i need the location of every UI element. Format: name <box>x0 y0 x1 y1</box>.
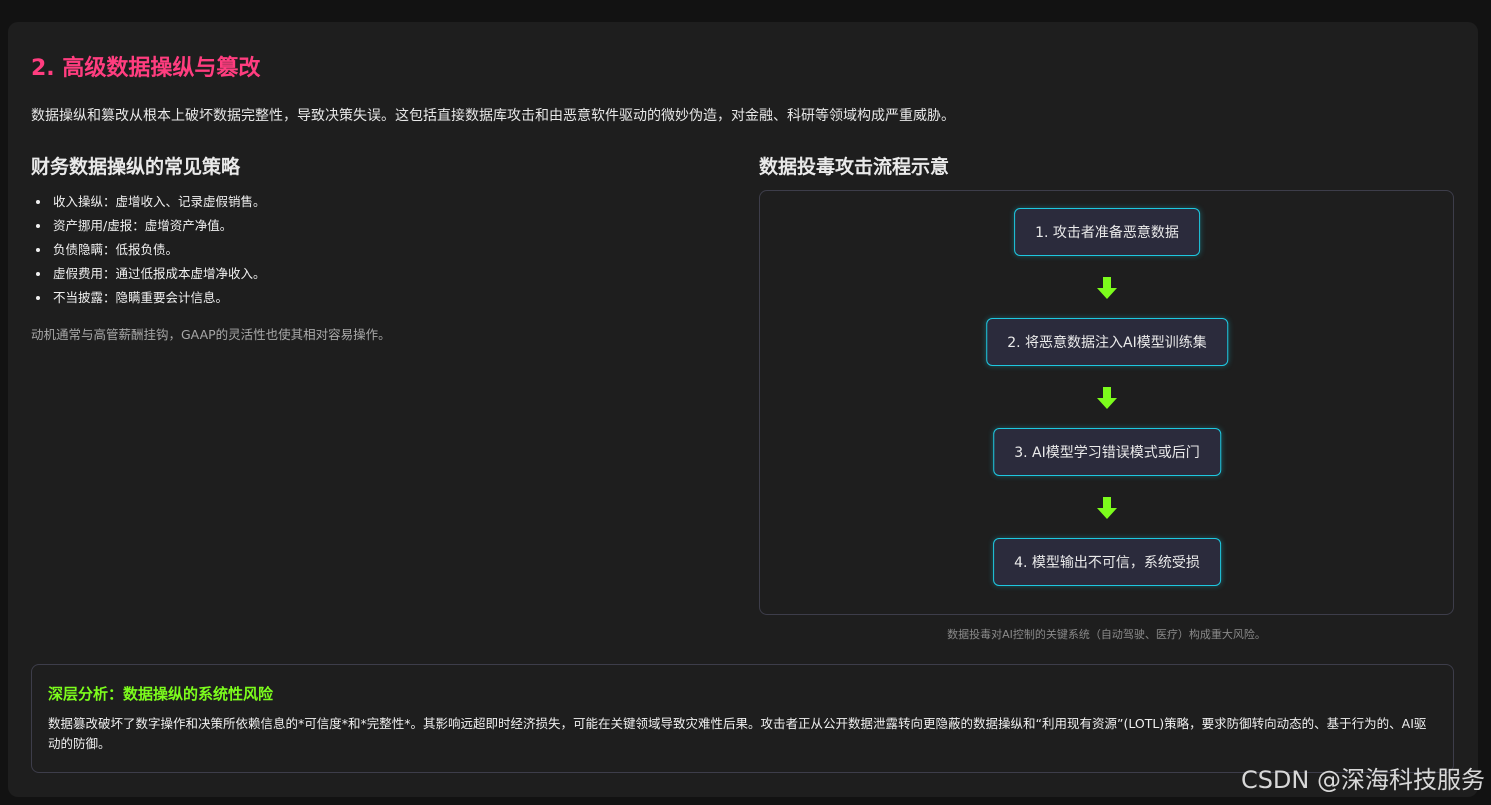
flow-caption: 数据投毒对AI控制的关键系统（自动驾驶、医疗）构成重大风险。 <box>947 628 1266 641</box>
list-item: 负债隐瞒：低报负债。 <box>51 238 751 262</box>
flow-step-1: 1. 攻击者准备恶意数据 <box>1014 208 1200 256</box>
list-item: 虚假费用：通过低报成本虚增净收入。 <box>51 262 751 286</box>
content-card: 2. 高级数据操纵与篡改 数据操纵和篡改从根本上破坏数据完整性，导致决策失误。这… <box>8 22 1478 797</box>
arrow-down-icon <box>1097 497 1117 519</box>
flow-step-2: 2. 将恶意数据注入AI模型训练集 <box>986 318 1228 366</box>
analysis-body: 数据篡改破坏了数字操作和决策所依赖信息的*可信度*和*完整性*。其影响远超即时经… <box>48 716 1427 751</box>
flow-diagram: 1. 攻击者准备恶意数据 2. 将恶意数据注入AI模型训练集 3. AI模型学习… <box>759 190 1454 615</box>
list-item: 收入操纵：虚增收入、记录虚假销售。 <box>51 190 751 214</box>
arrow-down-icon <box>1097 387 1117 409</box>
arrow-down-icon <box>1097 277 1117 299</box>
strategies-heading: 财务数据操纵的常见策略 <box>31 156 241 178</box>
flow-step-3: 3. AI模型学习错误模式或后门 <box>993 428 1221 476</box>
flow-heading: 数据投毒攻击流程示意 <box>759 156 950 178</box>
section-intro: 数据操纵和篡改从根本上破坏数据完整性，导致决策失误。这包括直接数据库攻击和由恶意… <box>31 108 955 124</box>
strategies-note: 动机通常与高管薪酬挂钩，GAAP的灵活性也使其相对容易操作。 <box>31 327 391 342</box>
strategies-list: 收入操纵：虚增收入、记录虚假销售。 资产挪用/虚报：虚增资产净值。 负债隐瞒：低… <box>31 190 751 310</box>
section-title: 2. 高级数据操纵与篡改 <box>31 56 261 81</box>
analysis-heading: 深层分析：数据操纵的系统性风险 <box>48 685 274 703</box>
analysis-box: 深层分析：数据操纵的系统性风险 数据篡改破坏了数字操作和决策所依赖信息的*可信度… <box>31 664 1454 773</box>
list-item: 资产挪用/虚报：虚增资产净值。 <box>51 214 751 238</box>
flow-step-4: 4. 模型输出不可信，系统受损 <box>993 538 1221 586</box>
list-item: 不当披露：隐瞒重要会计信息。 <box>51 286 751 310</box>
watermark: CSDN @深海科技服务 <box>1240 766 1485 794</box>
